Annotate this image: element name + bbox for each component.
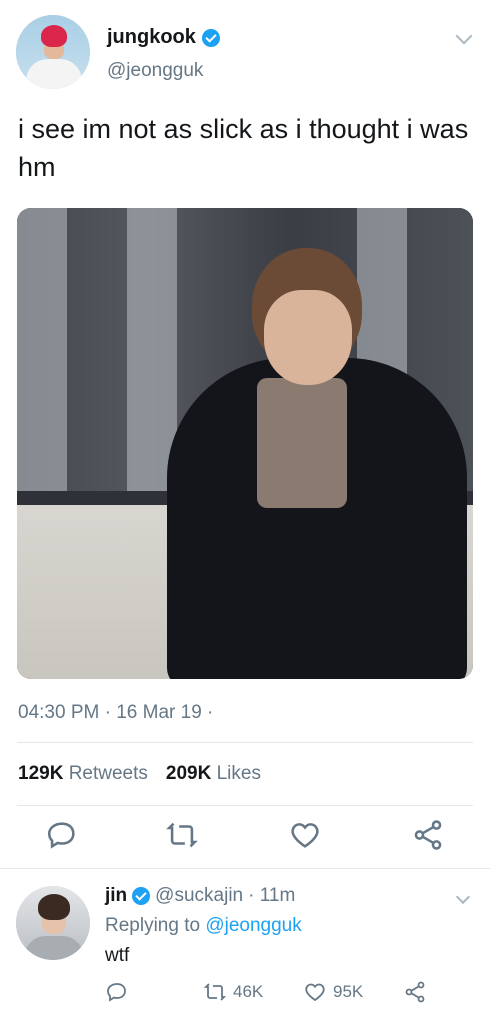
share-icon[interactable] <box>411 818 445 852</box>
likes-stat[interactable]: 209K Likes <box>166 763 261 785</box>
replying-to-mention[interactable]: @jeongguk <box>205 915 301 936</box>
retweets-stat[interactable]: 129K Retweets <box>18 763 148 785</box>
author-display-name[interactable]: jungkook <box>107 26 196 49</box>
tweet-stats: 129K Retweets 209K Likes <box>18 763 261 785</box>
replying-prefix: Replying to <box>105 915 201 936</box>
like-heart-icon <box>305 983 325 1002</box>
reply-time: · 11m <box>248 885 296 906</box>
reply-text: wtf <box>105 945 130 966</box>
likes-count: 209K <box>165 763 212 784</box>
reply-icon[interactable] <box>45 818 79 852</box>
reply-like-button[interactable]: 95K <box>303 980 363 1004</box>
replying-to-line: Replying to @jeongguk <box>105 915 302 937</box>
reply-retweet-button[interactable]: 46K <box>203 980 263 1004</box>
likes-label: Likes <box>216 763 261 784</box>
retweets-count: 129K <box>18 763 64 784</box>
tweet-text: i see im not as slick as i thought i was… <box>18 114 469 182</box>
reply-handle[interactable]: @suckajin <box>155 885 243 907</box>
retweets-label: Retweets <box>68 763 148 784</box>
chevron-down-icon[interactable] <box>455 889 471 905</box>
reply-header: jin @suckajin · 11m <box>105 885 295 907</box>
section-divider <box>0 868 490 869</box>
verified-badge-icon <box>132 887 151 905</box>
reply-display-name[interactable]: jin <box>105 885 127 907</box>
divider <box>17 805 473 806</box>
author-name-row[interactable]: jungkook <box>107 26 220 49</box>
reply-tweet[interactable]: jin @suckajin · 11m Replying to @jeonggu… <box>0 870 490 1024</box>
verified-badge-icon <box>201 28 220 47</box>
tweet-timestamp: 04:30 PM · 16 Mar 19 · <box>18 702 214 723</box>
reply-action-bar: 46K 95K <box>0 980 490 1008</box>
reply-share-button[interactable] <box>403 980 427 1004</box>
like-heart-icon[interactable] <box>288 818 322 852</box>
reply-like-count: 95K <box>333 982 364 1001</box>
tweet-photo[interactable] <box>17 208 473 679</box>
avatar[interactable] <box>16 886 90 960</box>
chevron-down-icon[interactable] <box>455 27 473 45</box>
retweet-icon[interactable] <box>165 818 199 852</box>
reply-icon <box>107 983 126 1002</box>
reply-reply-button[interactable] <box>105 980 129 1004</box>
retweet-icon <box>203 983 227 1001</box>
avatar[interactable] <box>16 15 90 89</box>
tweet-action-bar <box>0 818 490 858</box>
share-icon <box>405 981 425 1003</box>
author-handle[interactable]: @jeongguk <box>107 60 203 82</box>
divider <box>17 742 473 743</box>
reply-retweet-count: 46K <box>233 982 264 1001</box>
